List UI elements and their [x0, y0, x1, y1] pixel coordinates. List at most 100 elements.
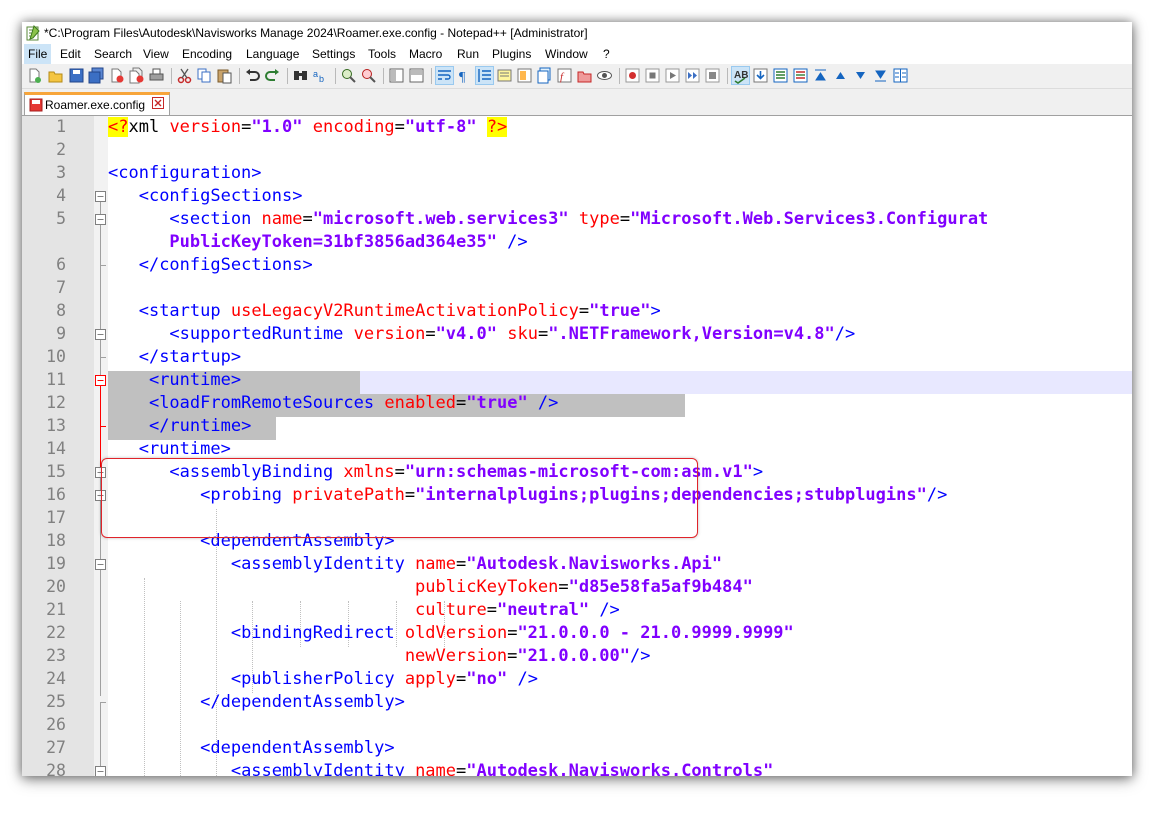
menu-language[interactable]: Language	[246, 47, 299, 61]
code-editor[interactable]: 1 2 3 4 5 6 7 8 9 10 11 12 13 14 15 16 1…	[22, 116, 1132, 776]
code-line-6: </configSections>	[138, 255, 313, 275]
undo-icon[interactable]	[244, 67, 261, 84]
line-number: 17	[46, 508, 66, 527]
indent-guide-icon[interactable]	[475, 66, 494, 85]
open-file-icon[interactable]	[47, 67, 64, 84]
svg-text:AB: AB	[734, 70, 748, 81]
fold-minus-icon[interactable]	[95, 191, 106, 202]
code-line-27: <dependentAssembly>	[200, 738, 395, 758]
line-number: 7	[56, 278, 66, 297]
find-icon[interactable]	[292, 67, 309, 84]
code-line-1: <?xml version="1.0" encoding="utf-8" ?>	[108, 117, 508, 137]
line-number: 10	[46, 347, 66, 366]
sync-horizontal-icon[interactable]	[408, 67, 425, 84]
document-list-icon[interactable]	[536, 67, 553, 84]
menu-search[interactable]: Search	[94, 47, 132, 61]
new-file-icon[interactable]	[26, 67, 43, 84]
document-map-icon[interactable]	[516, 67, 533, 84]
redo-icon[interactable]	[264, 67, 281, 84]
line-number: 19	[46, 554, 66, 573]
download-icon[interactable]	[752, 67, 769, 84]
code-line-14: <runtime>	[138, 439, 231, 459]
tab-strip: Roamer.exe.config	[22, 89, 1132, 116]
menu-tools[interactable]: Tools	[368, 47, 396, 61]
first-diff-icon[interactable]	[812, 67, 829, 84]
menu-view[interactable]: View	[143, 47, 169, 61]
svg-text:b: b	[319, 74, 324, 84]
menu-settings[interactable]: Settings	[312, 47, 355, 61]
copy-icon[interactable]	[196, 67, 213, 84]
spell-check-icon[interactable]: AB	[731, 66, 750, 85]
cut-icon[interactable]	[176, 67, 193, 84]
next-diff-icon[interactable]	[852, 67, 869, 84]
menu-plugins[interactable]: Plugins	[492, 47, 531, 61]
menu-window[interactable]: Window	[545, 47, 588, 61]
zoom-in-icon[interactable]	[340, 67, 357, 84]
replace-icon[interactable]: ab	[312, 67, 329, 84]
print-icon[interactable]	[148, 67, 165, 84]
notepadpp-app-icon	[26, 25, 40, 41]
monitoring-icon[interactable]	[596, 67, 613, 84]
code-line-5-wrap: PublicKeyToken=31bf3856ad364e35" />	[169, 232, 528, 252]
folder-as-workspace-icon[interactable]	[576, 67, 593, 84]
close-all-icon[interactable]	[128, 67, 145, 84]
compare-diff-icon[interactable]	[792, 67, 809, 84]
code-line-12: <loadFromRemoteSources enabled="true" />	[148, 393, 559, 413]
line-number: 25	[46, 692, 66, 711]
svg-text:a: a	[313, 69, 318, 79]
line-number: 21	[46, 600, 66, 619]
previous-diff-icon[interactable]	[832, 67, 849, 84]
record-macro-icon[interactable]	[624, 67, 641, 84]
last-diff-icon[interactable]	[872, 67, 889, 84]
line-number: 9	[56, 324, 66, 343]
save-macro-icon[interactable]	[704, 67, 721, 84]
line-number: 22	[46, 623, 66, 642]
line-number: 3	[56, 163, 66, 182]
fold-minus-icon[interactable]	[95, 329, 106, 340]
compare-icon[interactable]	[772, 67, 789, 84]
show-all-characters-icon[interactable]: ¶	[456, 67, 473, 84]
zoom-out-icon[interactable]	[360, 67, 377, 84]
fold-minus-active-icon[interactable]	[95, 375, 106, 386]
menu-encoding[interactable]: Encoding	[182, 47, 232, 61]
menu-macro[interactable]: Macro	[409, 47, 442, 61]
menu-run[interactable]: Run	[457, 47, 479, 61]
fold-minus-icon[interactable]	[95, 214, 106, 225]
line-number: 12	[46, 393, 66, 412]
code-line-23: newVersion="21.0.0.00"/>	[404, 646, 651, 666]
run-macro-multiple-icon[interactable]	[684, 67, 701, 84]
code-line-22: <bindingRedirect oldVersion="21.0.0.0 - …	[230, 623, 794, 643]
sync-vertical-icon[interactable]	[388, 67, 405, 84]
menu-file[interactable]: File	[24, 44, 52, 64]
title-bar: *C:\Program Files\Autodesk\Navisworks Ma…	[22, 22, 1132, 44]
line-number: 5	[56, 209, 66, 228]
line-number: 1	[56, 117, 66, 136]
code-line-10: </startup>	[138, 347, 242, 367]
menu-edit[interactable]: Edit	[60, 47, 81, 61]
function-list-icon[interactable]: f	[556, 67, 573, 84]
toolbar: ab ¶ f AB	[22, 64, 1132, 89]
paste-icon[interactable]	[216, 67, 233, 84]
code-line-5: <section name="microsoft.web.services3" …	[169, 209, 989, 229]
word-wrap-icon[interactable]	[435, 66, 454, 85]
save-icon[interactable]	[68, 67, 85, 84]
line-number: 6	[56, 255, 66, 274]
code-line-11: <runtime>	[148, 370, 242, 390]
compare-panel-icon[interactable]	[892, 67, 909, 84]
code-line-28: <assemblyIdentity name="Autodesk.Naviswo…	[230, 761, 774, 776]
menu-help[interactable]: ?	[603, 47, 610, 61]
close-file-icon[interactable]	[108, 67, 125, 84]
user-defined-language-icon[interactable]	[496, 67, 513, 84]
fold-minus-icon[interactable]	[95, 559, 106, 570]
code-line-25: </dependentAssembly>	[200, 692, 405, 712]
line-number: 15	[46, 462, 66, 481]
save-all-icon[interactable]	[88, 67, 105, 84]
fold-minus-icon[interactable]	[95, 766, 106, 776]
code-line-20: publicKeyToken="d85e58fa5af9b484"	[415, 577, 753, 597]
play-macro-icon[interactable]	[664, 67, 681, 84]
close-tab-icon[interactable]	[152, 97, 164, 109]
menu-bar: File Edit Search View Encoding Language …	[22, 44, 1132, 64]
tab-roamer-exe-config[interactable]: Roamer.exe.config	[24, 92, 170, 115]
line-number: 20	[46, 577, 66, 596]
stop-macro-icon[interactable]	[644, 67, 661, 84]
